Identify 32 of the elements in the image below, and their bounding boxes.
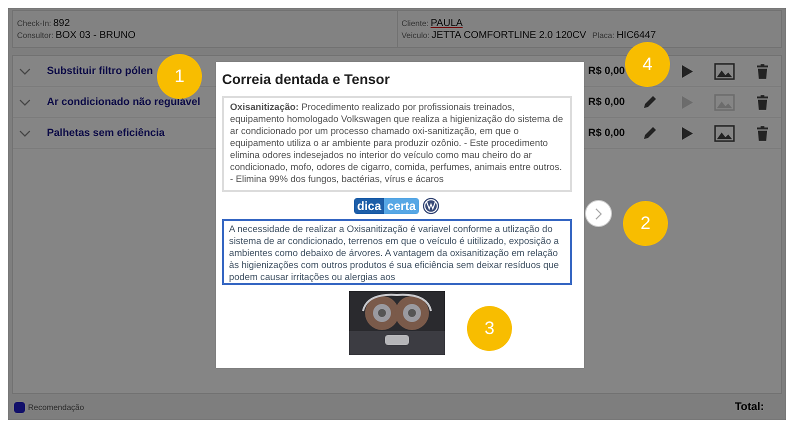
image-icon[interactable] bbox=[714, 62, 736, 80]
consultor-label: Consultor: bbox=[17, 30, 54, 40]
veiculo-value: JETTA COMFORTLINE 2.0 120CV bbox=[432, 30, 586, 40]
service-price: R$ 0,00 bbox=[588, 96, 626, 108]
cliente-value: PAULA bbox=[430, 18, 463, 28]
play-icon[interactable] bbox=[682, 126, 693, 140]
service-price: R$ 0,00 bbox=[588, 127, 626, 139]
chevron-down-icon[interactable] bbox=[19, 98, 31, 106]
checkin-value: 892 bbox=[53, 18, 70, 28]
tip-text: A necessidade de realizar a Oxisanitização é variavel conforme a utlização do sistema de ar condicionado, terrenos em que o veículo é uitilizado, exposição a ambientes como debaixo de árvores. A vantagem da oxisanitização em relação às higienizações com outros produtos é sua eficiência sem deixar resíduos que podem causar irritações ou alergias aos bbox=[222, 219, 572, 285]
checkin-label: Check-In: bbox=[17, 18, 52, 28]
placa-value: HIC6447 bbox=[616, 30, 656, 40]
vw-logo-icon bbox=[422, 197, 440, 215]
dica-certa-logo: dica certa bbox=[354, 198, 419, 214]
cliente-label: Cliente: bbox=[402, 18, 429, 28]
trash-icon[interactable] bbox=[756, 94, 768, 110]
chevron-right-icon bbox=[595, 208, 602, 220]
legend-label: Recomendação bbox=[28, 402, 84, 412]
image-icon[interactable] bbox=[714, 124, 736, 142]
service-price: R$ 0,00 bbox=[588, 65, 626, 77]
trash-icon[interactable] bbox=[756, 126, 768, 140]
total-label: Total: bbox=[734, 401, 764, 413]
chevron-down-icon[interactable] bbox=[19, 68, 31, 74]
play-icon[interactable] bbox=[682, 64, 693, 78]
placa-label: Placa: bbox=[592, 30, 614, 40]
chevron-down-icon[interactable] bbox=[19, 130, 31, 136]
modal-title: Correia dentada e Tensor bbox=[222, 71, 391, 87]
consultor-value: BOX 03 - BRUNO bbox=[55, 30, 136, 40]
trash-icon[interactable] bbox=[756, 64, 768, 78]
description-text: Oxisanitização: Procedimento realizado por profissionais treinados, equipamento homologado Volkswagen que realiza a higienização do sistema de ar condicionado por um processo chamado oxi-sanitização, em que o equipamento utiliza o ar ambiente para produzir ozônio. - Este procedimento elimina odores indesejados no interior do veículo como mau cheiro do ar condicionado, mofo, odores de cigarro, comida, perfumes, animais entre outros. - Elimina 99% dos fungos, bactérias, vírus e ácaros bbox=[222, 96, 572, 192]
veiculo-label: Veiculo: bbox=[402, 30, 430, 40]
pencil-icon[interactable] bbox=[642, 125, 658, 141]
